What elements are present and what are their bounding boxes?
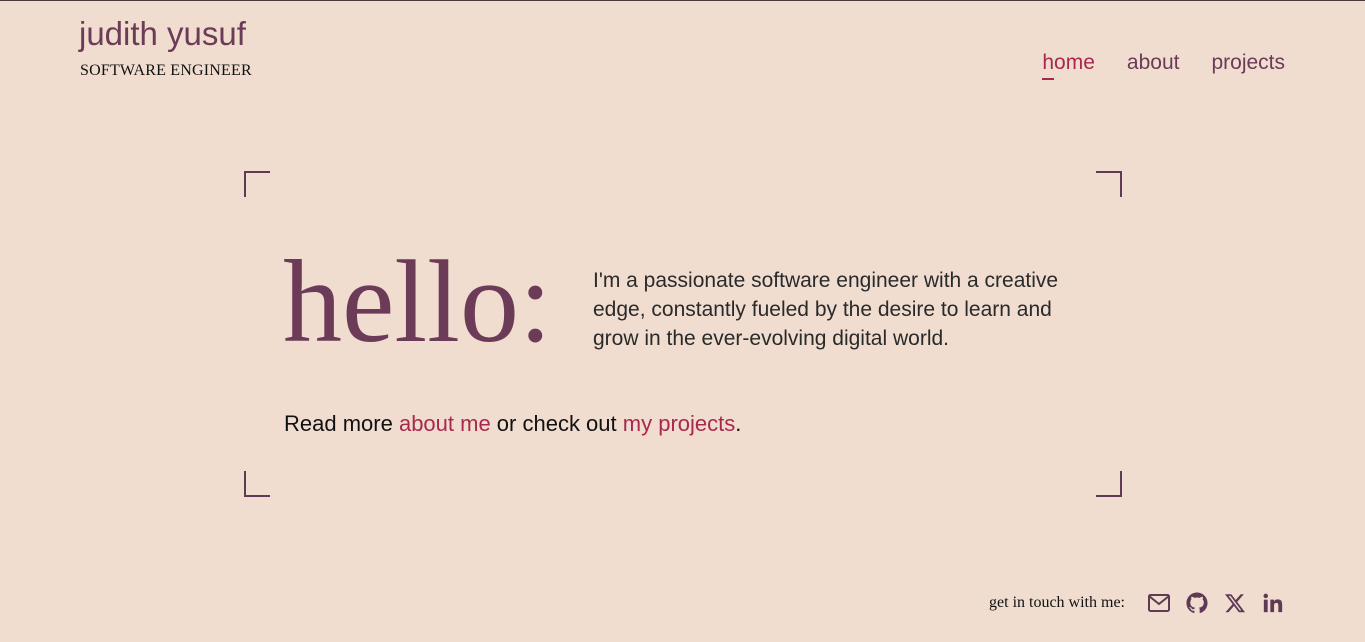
contact-label: get in touch with me: xyxy=(989,594,1125,611)
my-projects-link[interactable]: my projects xyxy=(623,411,735,436)
readmore-text: Read more about me or check out my proje… xyxy=(284,409,741,439)
frame-corner-bottom-left xyxy=(244,471,270,497)
readmore-suffix: . xyxy=(735,411,742,436)
github-icon[interactable] xyxy=(1185,591,1209,615)
frame-corner-bottom-right xyxy=(1096,471,1122,497)
site-subtitle: SOFTWARE ENGINEER xyxy=(80,62,252,79)
nav-home[interactable]: home xyxy=(1042,49,1095,80)
nav-about[interactable]: about xyxy=(1127,49,1180,77)
mail-icon[interactable] xyxy=(1147,591,1171,615)
readmore-prefix: Read more xyxy=(284,411,399,436)
main-nav: home about projects xyxy=(1042,49,1285,80)
about-me-link[interactable]: about me xyxy=(399,411,491,436)
site-title[interactable]: judith yusuf xyxy=(79,14,246,54)
hero-greeting: hello: xyxy=(283,236,552,367)
frame-corner-top-left xyxy=(244,171,270,197)
frame-corner-top-right xyxy=(1096,171,1122,197)
nav-projects[interactable]: projects xyxy=(1211,49,1285,77)
readmore-middle: or check out xyxy=(490,411,623,436)
contact-bar: get in touch with me: xyxy=(989,591,1285,615)
x-icon[interactable] xyxy=(1223,591,1247,615)
hero-intro: I'm a passionate software engineer with … xyxy=(593,269,1059,350)
linkedin-icon[interactable] xyxy=(1261,591,1285,615)
